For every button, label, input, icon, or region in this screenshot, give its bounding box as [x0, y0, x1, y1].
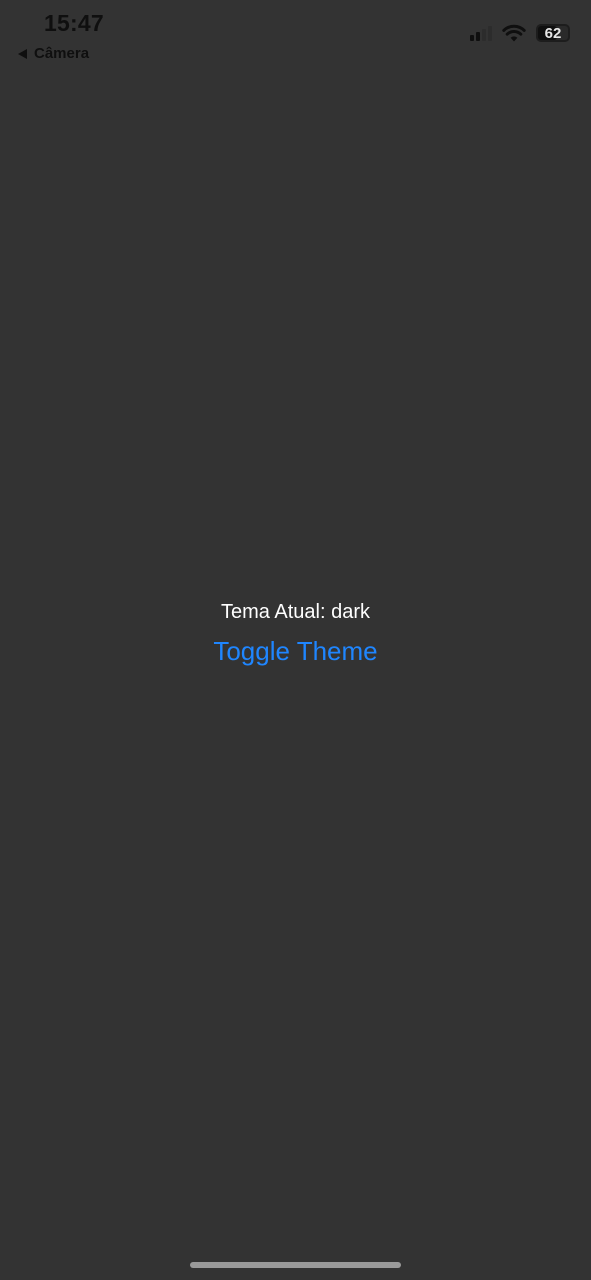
wifi-icon	[502, 24, 526, 42]
toggle-theme-button[interactable]: Toggle Theme	[213, 636, 377, 666]
back-arrow-icon	[18, 48, 27, 59]
battery-icon: 62	[536, 24, 570, 42]
signal-icon	[470, 25, 492, 41]
back-to-app-button[interactable]: Câmera	[18, 45, 89, 62]
back-app-label: Câmera	[34, 45, 90, 62]
current-theme-label: Tema Atual: dark	[221, 601, 370, 623]
status-time: 15:47	[44, 10, 104, 36]
main-content: Tema Atual: dark Toggle Theme	[0, 598, 591, 666]
battery-percent: 62	[544, 24, 562, 42]
home-indicator[interactable]	[190, 1262, 401, 1268]
status-icons: 62	[470, 24, 570, 42]
status-bar: 15:47 Câmera 62	[0, 0, 591, 70]
